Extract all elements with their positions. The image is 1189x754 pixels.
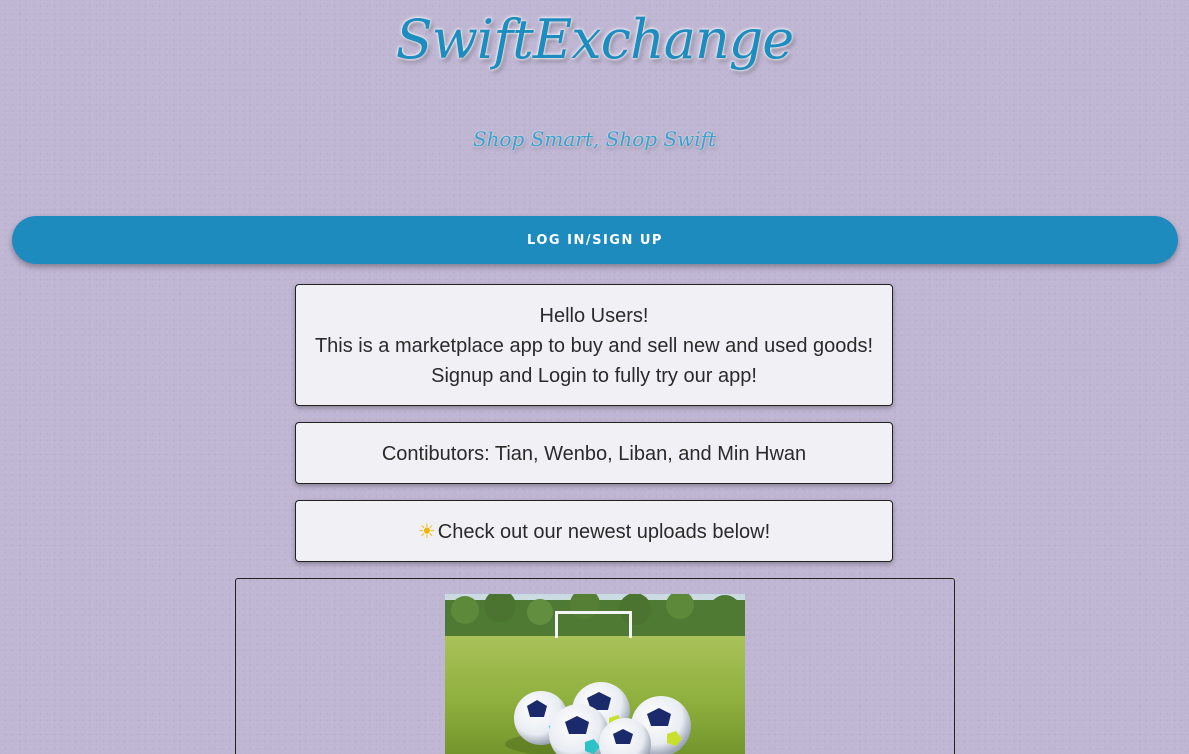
welcome-instruction: Signup and Login to fully try our app! [431,365,757,387]
login-signup-button[interactable]: LOG IN/SIGN UP [12,216,1178,264]
contributors-text: Contibutors: Tian, Wenbo, Liban, and Min… [381,443,807,465]
welcome-greeting: Hello Users! [539,305,649,327]
newest-uploads-card: ☀ Check out our newest uploads below! [295,500,893,562]
app-tagline: Shop Smart, Shop Swift [472,127,717,151]
newest-uploads-text: Check out our newest uploads below! [437,521,771,543]
sun-icon: ☀ [417,521,436,543]
listing-card[interactable] [235,578,955,754]
listing-image[interactable] [445,594,745,754]
welcome-card: Hello Users! This is a marketplace app t… [295,284,893,406]
app-title: SwiftExchange [395,8,795,71]
welcome-description: This is a marketplace app to buy and sel… [314,335,874,357]
contributors-card: Contibutors: Tian, Wenbo, Liban, and Min… [295,422,893,484]
